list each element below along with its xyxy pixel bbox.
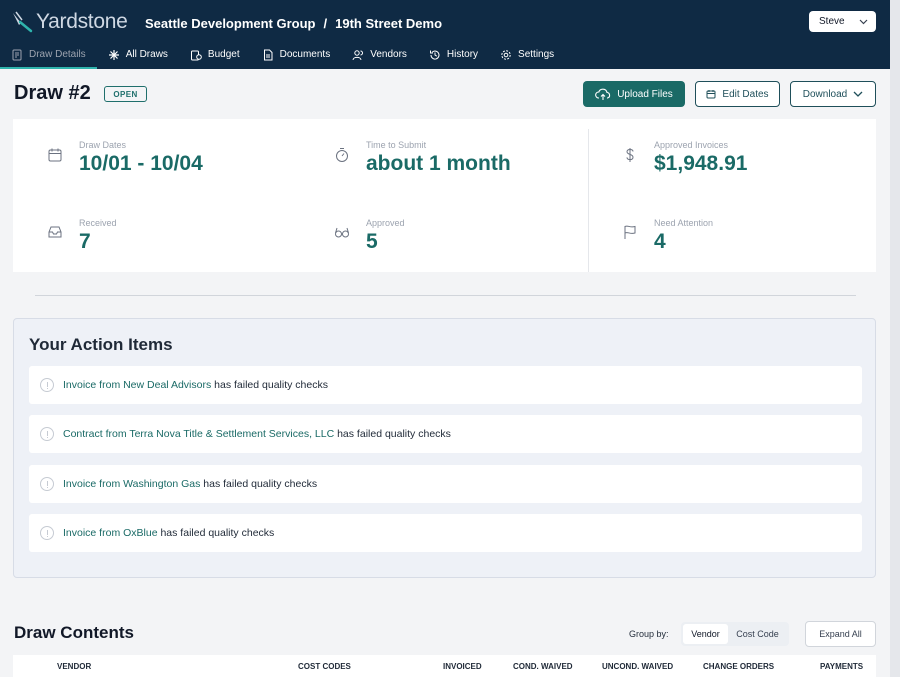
action-item[interactable]: Invoice from Washington Gas has failed q… bbox=[29, 465, 862, 503]
calendar-icon bbox=[706, 90, 716, 99]
nav-budget[interactable]: Budget bbox=[179, 40, 251, 69]
download-label: Download bbox=[802, 88, 848, 100]
column-header-payments[interactable]: PAYMENTS bbox=[820, 662, 863, 671]
inbox-icon bbox=[48, 226, 62, 238]
stat-label: Need Attention bbox=[654, 218, 714, 228]
breadcrumb-separator: / bbox=[323, 16, 328, 31]
draw-contents-table-header: VENDOR COST CODES INVOICED COND. WAIVED … bbox=[13, 655, 876, 677]
flag-icon bbox=[624, 225, 636, 239]
action-item-text: Contract from Terra Nova Title & Settlem… bbox=[63, 428, 451, 440]
stat-value: 7 bbox=[79, 230, 91, 253]
action-item-text: Invoice from New Deal Advisors has faile… bbox=[63, 379, 328, 391]
users-icon bbox=[352, 49, 364, 60]
stat-value: 10/01 - 10/04 bbox=[79, 152, 203, 175]
stat-label: Approved Invoices bbox=[654, 140, 729, 150]
chevron-down-icon bbox=[859, 19, 868, 24]
edit-dates-button[interactable]: Edit Dates bbox=[695, 81, 780, 107]
chevron-down-icon bbox=[853, 91, 863, 97]
nav-draw-details[interactable]: Draw Details bbox=[0, 40, 97, 69]
action-item[interactable]: Contract from Terra Nova Title & Settlem… bbox=[29, 415, 862, 453]
section-divider bbox=[35, 295, 856, 296]
column-header-invoiced[interactable]: INVOICED bbox=[443, 662, 482, 671]
calendar-icon bbox=[48, 148, 62, 162]
stat-label: Approved bbox=[366, 218, 405, 228]
action-item-text: Invoice from Washington Gas has failed q… bbox=[63, 478, 318, 490]
draw-stats-panel: Draw Dates 10/01 - 10/04 Time to Submit … bbox=[13, 119, 876, 272]
cloud-upload-icon bbox=[595, 88, 611, 100]
nav-label: Draw Details bbox=[29, 49, 86, 60]
budget-icon bbox=[190, 50, 202, 60]
logo-mark-icon bbox=[13, 11, 33, 33]
column-header-cond-waived[interactable]: COND. WAIVED bbox=[513, 662, 573, 671]
user-name: Steve bbox=[819, 16, 845, 27]
column-header-cost-codes[interactable]: COST CODES bbox=[298, 662, 351, 671]
group-by-vendor-option[interactable]: Vendor bbox=[683, 624, 728, 644]
dollar-icon bbox=[626, 148, 634, 162]
draw-details-icon bbox=[12, 49, 22, 60]
scrollbar[interactable] bbox=[890, 0, 900, 677]
document-icon bbox=[263, 49, 273, 60]
stat-value: about 1 month bbox=[366, 152, 511, 175]
column-header-uncond-waived[interactable]: UNCOND. WAIVED bbox=[602, 662, 673, 671]
gear-icon bbox=[501, 49, 511, 60]
stat-value: 4 bbox=[654, 230, 666, 253]
draw-contents-title: Draw Contents bbox=[14, 623, 134, 642]
nav-all-draws[interactable]: All Draws bbox=[97, 40, 179, 69]
action-item-link[interactable]: Invoice from OxBlue bbox=[63, 527, 158, 539]
divider bbox=[588, 129, 589, 272]
nav-label: All Draws bbox=[125, 49, 168, 60]
nav-vendors[interactable]: Vendors bbox=[341, 40, 418, 69]
group-by-label: Group by: bbox=[629, 629, 669, 639]
stat-value: 5 bbox=[366, 230, 378, 253]
nav-label: Settings bbox=[518, 49, 555, 60]
action-items-title: Your Action Items bbox=[29, 335, 173, 354]
nav-label: Budget bbox=[207, 49, 240, 60]
nav-documents[interactable]: Documents bbox=[251, 40, 342, 69]
breadcrumb-org[interactable]: Seattle Development Group bbox=[145, 16, 315, 31]
main-nav: Draw Details All Draws Budget Documents … bbox=[0, 40, 890, 69]
breadcrumb-project[interactable]: 19th Street Demo bbox=[335, 16, 442, 31]
nav-settings[interactable]: Settings bbox=[489, 40, 565, 69]
app-logo[interactable]: Yardstone bbox=[10, 7, 128, 37]
upload-files-button[interactable]: Upload Files bbox=[583, 81, 685, 107]
top-header: Yardstone Seattle Development Group / 19… bbox=[0, 0, 890, 69]
page-title: Draw #2 bbox=[14, 82, 91, 104]
stat-label: Received bbox=[79, 218, 117, 228]
glasses-icon bbox=[335, 227, 349, 238]
stat-value: $1,948.91 bbox=[654, 152, 748, 175]
alert-circle-icon bbox=[40, 477, 54, 491]
edit-dates-label: Edit Dates bbox=[722, 88, 769, 100]
action-item-link[interactable]: Invoice from New Deal Advisors bbox=[63, 379, 211, 391]
stat-label: Draw Dates bbox=[79, 140, 127, 150]
upload-files-label: Upload Files bbox=[617, 88, 673, 100]
alert-circle-icon bbox=[40, 378, 54, 392]
nav-label: Vendors bbox=[370, 49, 407, 60]
action-item-link[interactable]: Contract from Terra Nova Title & Settlem… bbox=[63, 428, 334, 440]
stat-label: Time to Submit bbox=[366, 140, 427, 150]
column-header-vendor[interactable]: VENDOR bbox=[57, 662, 91, 671]
action-item-link[interactable]: Invoice from Washington Gas bbox=[63, 478, 200, 490]
alert-circle-icon bbox=[40, 526, 54, 540]
column-header-change-orders[interactable]: CHANGE ORDERS bbox=[703, 662, 774, 671]
action-item[interactable]: Invoice from New Deal Advisors has faile… bbox=[29, 366, 862, 404]
action-item-text: Invoice from OxBlue has failed quality c… bbox=[63, 527, 275, 539]
action-items-panel: Your Action Items Invoice from New Deal … bbox=[13, 318, 876, 578]
stopwatch-icon bbox=[336, 148, 348, 162]
breadcrumb: Seattle Development Group / 19th Street … bbox=[145, 16, 442, 31]
nav-label: Documents bbox=[279, 49, 331, 60]
logo-text: Yardstone bbox=[36, 10, 128, 33]
action-item[interactable]: Invoice from OxBlue has failed quality c… bbox=[29, 514, 862, 552]
nav-label: History bbox=[446, 49, 479, 60]
expand-all-button[interactable]: Expand All bbox=[805, 621, 876, 647]
asterisk-icon bbox=[108, 49, 119, 60]
nav-history[interactable]: History bbox=[418, 40, 489, 69]
group-by-cost-code-option[interactable]: Cost Code bbox=[728, 624, 787, 644]
group-by-toggle: Vendor Cost Code bbox=[681, 622, 789, 646]
status-badge: OPEN bbox=[104, 86, 147, 102]
download-button[interactable]: Download bbox=[790, 81, 876, 107]
user-menu-button[interactable]: Steve bbox=[809, 11, 876, 32]
alert-circle-icon bbox=[40, 427, 54, 441]
history-icon bbox=[429, 50, 440, 60]
